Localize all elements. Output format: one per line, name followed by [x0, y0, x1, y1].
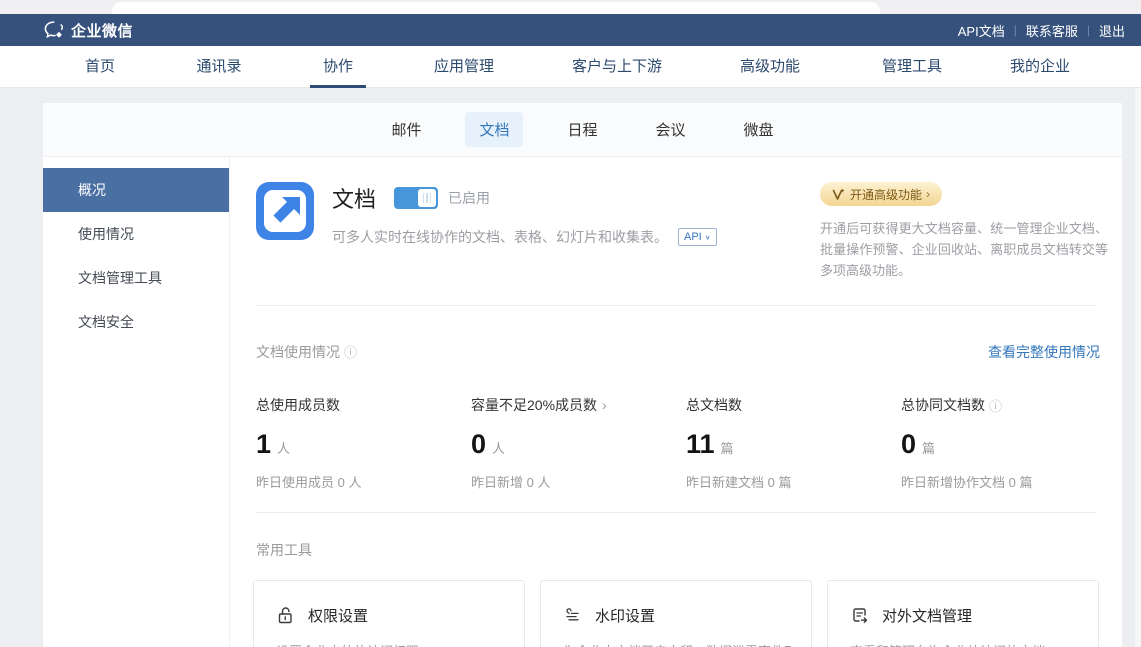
premium-promo: 开通高级功能 › 开通后可获得更大文档容量、统一管理企业文档、批量操作预警、企业…: [820, 182, 1108, 281]
sidebar: 概况 使用情况 文档管理工具 文档安全: [43, 157, 230, 647]
stat-label: 总文档数: [686, 395, 742, 415]
scrollbar[interactable]: [1135, 88, 1141, 647]
app-info: 文档 已启用 可多人实时在线协作的文档、表格、幻灯片和收集表。 API ∨: [332, 182, 717, 247]
content-card: 邮件 文档 日程 会议 微盘 概况 使用情况 文档管理工具 文档安全 文档: [43, 103, 1122, 647]
nav-item-customers[interactable]: 客户与上下游: [572, 46, 662, 88]
stat-label: 总协同文档数: [901, 395, 985, 415]
app-title: 文档: [332, 182, 376, 214]
sidebar-item-doc-security[interactable]: 文档安全: [43, 300, 229, 344]
upgrade-premium-button[interactable]: 开通高级功能 ›: [820, 182, 942, 206]
tool-cards: 权限设置 设置企业内外的访问权限 水印设置 为企业内文档开启水印，数据泄露事件可…: [253, 580, 1099, 647]
collab-tabs: 邮件 文档 日程 会议 微盘: [43, 103, 1122, 157]
tool-card-permissions[interactable]: 权限设置 设置企业内外的访问权限: [253, 580, 525, 647]
premium-description: 开通后可获得更大文档容量、统一管理企业文档、批量操作预警、企业回收站、离职成员文…: [820, 218, 1108, 281]
stat-subtext: 昨日新增 0 人: [471, 472, 686, 491]
tool-description: 设置企业内外的访问权限: [276, 641, 504, 647]
stat-value: 11: [686, 429, 715, 460]
caret-down-icon: ∨: [705, 233, 711, 240]
app-description: 可多人实时在线协作的文档、表格、幻灯片和收集表。: [332, 227, 668, 247]
watermark-icon: [563, 606, 582, 625]
chevron-right-icon: ›: [926, 187, 930, 201]
stat-value: 0: [901, 429, 916, 460]
stat-low-capacity-members: 容量不足20%成员数 › 0人 昨日新增 0 人: [471, 395, 686, 491]
browser-tab: [112, 2, 880, 14]
api-dropdown-button[interactable]: API ∨: [678, 228, 717, 246]
brand: 企业微信: [44, 20, 133, 41]
stat-unit: 人: [492, 438, 505, 457]
nav-item-admin-tools[interactable]: 管理工具: [882, 46, 942, 88]
usage-section-title: 文档使用情况 ⓘ: [256, 342, 357, 362]
sidebar-item-doc-tools[interactable]: 文档管理工具: [43, 256, 229, 300]
usage-stats: 总使用成员数 1人 昨日使用成员 0 人 容量不足20%成员数› 0人 昨日新增…: [256, 395, 1116, 491]
stat-collab-docs: 总协同文档数ⓘ 0篇 昨日新增协作文档 0 篇: [901, 395, 1116, 491]
nav-item-collaboration[interactable]: 协作: [323, 46, 353, 88]
stat-unit: 人: [277, 438, 290, 457]
logout-link[interactable]: 退出: [1099, 21, 1125, 40]
toggle-status-label: 已启用: [448, 188, 490, 208]
tool-title: 水印设置: [595, 605, 655, 626]
stat-value: 1: [256, 429, 271, 460]
info-icon[interactable]: ⓘ: [989, 396, 1002, 415]
tool-card-external-docs[interactable]: 对外文档管理 查看和管理允许企业外访问的文档: [827, 580, 1099, 647]
full-usage-link[interactable]: 查看完整使用情况: [988, 342, 1100, 362]
tab-drive[interactable]: 微盘: [730, 112, 788, 147]
usage-title-text: 文档使用情况: [256, 344, 340, 360]
chevron-right-icon[interactable]: ›: [602, 397, 607, 413]
upgrade-premium-label: 开通高级功能: [850, 186, 922, 203]
divider: [256, 512, 1097, 513]
stat-label: 容量不足20%成员数: [471, 395, 597, 415]
topbar-links: API文档 | 联系客服 | 退出: [958, 14, 1125, 46]
nav-item-my-company[interactable]: 我的企业: [1010, 46, 1070, 88]
info-icon[interactable]: ⓘ: [344, 345, 357, 360]
tool-title: 权限设置: [308, 605, 368, 626]
tools-section-title: 常用工具: [256, 540, 312, 560]
toggle-knob: [418, 189, 436, 207]
stat-value: 0: [471, 429, 486, 460]
stat-subtext: 昨日使用成员 0 人: [256, 472, 471, 491]
stat-unit: 篇: [721, 438, 734, 457]
nav-item-home[interactable]: 首页: [85, 46, 115, 88]
stat-unit: 篇: [922, 438, 935, 457]
main-nav: 首页 通讯录 协作 应用管理 客户与上下游 高级功能 管理工具 我的企业: [0, 46, 1141, 88]
sidebar-item-overview[interactable]: 概况: [43, 168, 229, 212]
stat-total-docs: 总文档数 11 篇 昨日新建文档 0 篇: [686, 395, 901, 491]
main-panel: 文档 已启用 可多人实时在线协作的文档、表格、幻灯片和收集表。 API ∨: [230, 157, 1122, 647]
vip-sparkle-icon: [832, 188, 845, 201]
tool-description: 查看和管理允许企业外访问的文档: [850, 641, 1078, 647]
stat-subtext: 昨日新增协作文档 0 篇: [901, 472, 1116, 491]
tool-title: 对外文档管理: [882, 605, 972, 626]
tool-description: 为企业内文档开启水印，数据泄露事件可追: [563, 641, 791, 647]
tab-docs[interactable]: 文档: [465, 112, 523, 147]
app-header: 文档 已启用 可多人实时在线协作的文档、表格、幻灯片和收集表。 API ∨: [256, 182, 717, 247]
tab-calendar[interactable]: 日程: [553, 112, 611, 147]
browser-tab-strip: [0, 0, 1141, 14]
doc-export-icon: [850, 606, 869, 625]
nav-item-app-management[interactable]: 应用管理: [434, 46, 494, 88]
tab-mail[interactable]: 邮件: [377, 112, 435, 147]
tab-meeting[interactable]: 会议: [642, 112, 700, 147]
enable-toggle[interactable]: [394, 187, 438, 209]
docs-app-icon: [256, 182, 314, 240]
api-docs-link[interactable]: API文档: [958, 21, 1005, 40]
contact-support-link[interactable]: 联系客服: [1026, 21, 1078, 40]
stat-total-members: 总使用成员数 1人 昨日使用成员 0 人: [256, 395, 471, 491]
wechat-work-logo-icon: [44, 21, 65, 39]
brand-name: 企业微信: [71, 20, 133, 41]
nav-item-advanced[interactable]: 高级功能: [740, 46, 800, 88]
lock-icon: [276, 606, 295, 625]
topbar: 企业微信 API文档 | 联系客服 | 退出: [0, 14, 1141, 46]
tool-card-watermark[interactable]: 水印设置 为企业内文档开启水印，数据泄露事件可追: [540, 580, 812, 647]
topbar-separator: |: [1014, 23, 1017, 37]
topbar-separator: |: [1087, 23, 1090, 37]
api-label: API: [684, 231, 702, 243]
stat-label: 总使用成员数: [256, 395, 340, 415]
stat-subtext: 昨日新建文档 0 篇: [686, 472, 901, 491]
nav-item-contacts[interactable]: 通讯录: [196, 46, 241, 88]
sidebar-item-usage[interactable]: 使用情况: [43, 212, 229, 256]
divider: [256, 305, 1097, 306]
